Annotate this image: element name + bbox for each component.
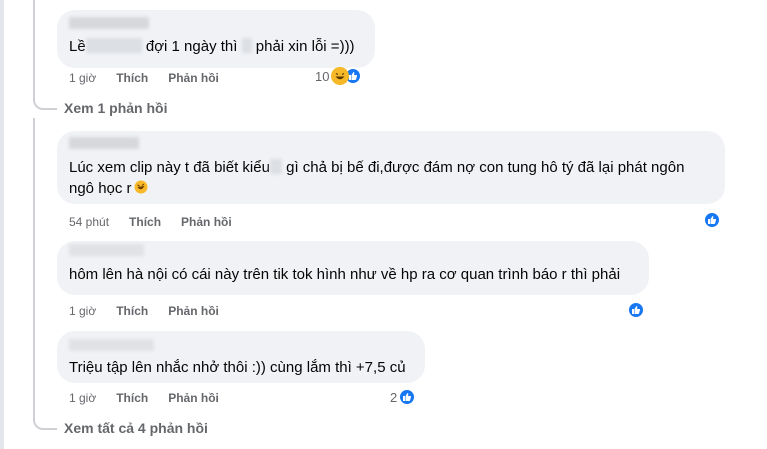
reaction-count: 10 xyxy=(315,68,330,84)
haha-reaction-icon xyxy=(331,67,350,85)
author-name-redacted[interactable] xyxy=(69,137,139,149)
comment-timestamp[interactable]: 1 giờ xyxy=(69,391,96,405)
view-one-reply-link[interactable]: Xem 1 phản hồi xyxy=(64,100,167,116)
like-button[interactable]: Thích xyxy=(129,215,161,229)
comment-bubble: Triệu tập lên nhắc nhở thôi :)) cùng lắm… xyxy=(57,331,425,383)
reaction-summary[interactable] xyxy=(703,211,721,229)
like-reaction-icon xyxy=(398,388,417,406)
like-button[interactable]: Thích xyxy=(116,304,148,318)
thread-elbow xyxy=(33,98,57,110)
reaction-summary[interactable]: 2 xyxy=(390,388,417,406)
comment-text: Lề đợi 1 ngày thì phải xin lỗi =))) xyxy=(69,38,355,55)
reaction-count: 2 xyxy=(390,389,398,405)
view-all-replies-link[interactable]: Xem tất cả 4 phản hồi xyxy=(64,420,208,436)
redacted-text xyxy=(241,38,252,53)
author-name-redacted[interactable] xyxy=(69,339,154,351)
comment-bubble: Lúc xem clip này t đã biết kiểu gì chả b… xyxy=(57,131,725,204)
comment-meta: 1 giờ Thích Phản hồi xyxy=(69,391,239,405)
comment-timestamp[interactable]: 54 phút xyxy=(69,215,109,229)
comment-bubble: Lề đợi 1 ngày thì phải xin lỗi =))) xyxy=(57,10,375,68)
comment-text: Triệu tập lên nhắc nhở thôi :)) cùng lắm… xyxy=(69,359,406,376)
comment-text: hôm lên hà nội có cái này trên tik tok h… xyxy=(69,266,621,283)
author-name-redacted[interactable] xyxy=(69,244,144,256)
reply-button[interactable]: Phản hồi xyxy=(168,71,219,85)
reply-button[interactable]: Phản hồi xyxy=(168,304,219,318)
thread-elbow xyxy=(33,418,57,430)
comment-meta: 54 phút Thích Phản hồi xyxy=(69,215,252,229)
thread-line xyxy=(33,118,35,420)
left-panel-edge xyxy=(0,0,4,449)
like-reaction-icon xyxy=(703,211,721,229)
laughing-emoji-icon xyxy=(134,180,148,194)
comment-meta: 1 giờ Thích Phản hồi xyxy=(69,71,239,85)
author-name-redacted[interactable] xyxy=(69,17,149,29)
comment-text: Lúc xem clip này t đã biết kiểu gì chả b… xyxy=(69,159,685,176)
comment-meta: 1 giờ Thích Phản hồi xyxy=(69,304,239,318)
like-reaction-icon xyxy=(627,301,645,319)
thread-line xyxy=(33,0,35,100)
reaction-summary[interactable]: 10 xyxy=(315,67,363,85)
reply-button[interactable]: Phản hồi xyxy=(181,215,232,229)
like-button[interactable]: Thích xyxy=(116,391,148,405)
like-button[interactable]: Thích xyxy=(116,71,148,85)
comment-text-line2: ngô học r xyxy=(69,178,148,199)
reaction-summary[interactable] xyxy=(627,301,645,319)
redacted-text xyxy=(269,159,282,174)
comment-timestamp[interactable]: 1 giờ xyxy=(69,71,96,85)
reply-button[interactable]: Phản hồi xyxy=(168,391,219,405)
comment-bubble: hôm lên hà nội có cái này trên tik tok h… xyxy=(57,241,649,295)
comment-timestamp[interactable]: 1 giờ xyxy=(69,304,96,318)
redacted-text xyxy=(85,38,142,53)
